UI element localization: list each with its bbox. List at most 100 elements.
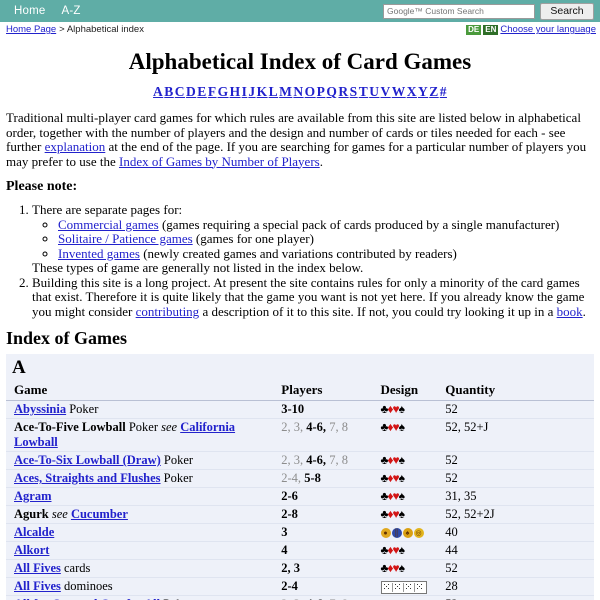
alphabet-link-z[interactable]: Z <box>429 84 439 99</box>
quantity-cell: 31, 35 <box>445 487 594 506</box>
separate-pages-description: (games for one player) <box>192 231 314 246</box>
nav-link-a-z[interactable]: A-Z <box>61 5 80 17</box>
separate-pages-link[interactable]: Invented games <box>58 246 140 261</box>
alphabet-link-y[interactable]: Y <box>418 84 428 99</box>
games-header-row: Game Players Design Quantity <box>6 381 594 401</box>
search-input[interactable] <box>383 3 535 19</box>
game-link[interactable]: Abyssinia <box>14 402 66 416</box>
alphabet-link-d[interactable]: D <box>186 84 196 99</box>
letter-section-a: A Game Players Design Quantity Abyssinia… <box>6 354 594 600</box>
games-table: Game Players Design Quantity Abyssinia P… <box>6 381 594 600</box>
separate-pages-item: Commercial games (games requiring a spec… <box>58 217 594 233</box>
design-standard-cards-icon: ♣♦♥♠ <box>380 469 446 488</box>
see-also-label: see <box>161 420 181 434</box>
game-name-cell: Agram <box>6 487 282 506</box>
separate-pages-link[interactable]: Solitaire / Patience games <box>58 231 193 246</box>
separate-pages-link[interactable]: Commercial games <box>58 217 159 232</box>
intro-paragraph: Traditional multi-player card games for … <box>6 110 594 169</box>
alphabet-link-m[interactable]: M <box>279 84 292 99</box>
choose-language-link[interactable]: Choose your language <box>500 24 596 35</box>
players-cell: 2, 3 <box>281 559 381 578</box>
alphabet-link-s[interactable]: S <box>350 84 358 99</box>
contributing-link[interactable]: contributing <box>136 304 200 319</box>
index-by-players-link[interactable]: Index of Games by Number of Players <box>119 154 320 169</box>
search-button[interactable]: Search <box>540 2 594 20</box>
game-link[interactable]: Alkort <box>14 543 49 557</box>
quantity-cell: 52 <box>445 595 594 600</box>
language-badge-de[interactable]: DE <box>466 24 482 35</box>
alphabet-link-t[interactable]: T <box>359 84 369 99</box>
game-name-cell: Ace-To-Six Lowball (Draw) Poker <box>6 451 282 470</box>
game-variant-text: dominoes <box>60 579 113 593</box>
players-cell: 4 <box>281 541 381 560</box>
alphabet-link-k[interactable]: K <box>257 84 268 99</box>
alphabet-link-b[interactable]: B <box>164 84 174 99</box>
alphabet-link-j[interactable]: J <box>248 84 255 99</box>
alphabet-link-c[interactable]: C <box>175 84 185 99</box>
book-link[interactable]: book <box>557 304 583 319</box>
alphabet-link-w[interactable]: W <box>392 84 406 99</box>
note-1-trailing: These types of game are generally not li… <box>32 260 364 275</box>
table-row: Alkort 4 ♣♦♥♠ 44 <box>6 541 594 560</box>
alphabet-link-#[interactable]: # <box>440 84 447 99</box>
game-name-cell: All Fives dominoes <box>6 577 282 596</box>
game-link[interactable]: Agram <box>14 489 52 503</box>
players-primary: 2-8 <box>281 507 298 521</box>
game-variant-text: Poker <box>160 471 193 485</box>
design-standard-cards-icon: ♣♦♥♠ <box>380 505 446 524</box>
alphabet-link-o[interactable]: O <box>305 84 316 99</box>
game-name-cell: Ace-To-Five Lowball Poker see California… <box>6 418 282 452</box>
table-row: All Fives dominoes 2-4 28 <box>6 577 594 596</box>
game-link[interactable]: All Fives <box>14 579 61 593</box>
alphabet-link-p[interactable]: P <box>317 84 326 99</box>
alphabet-link-i[interactable]: I <box>242 84 248 99</box>
column-header-design: Design <box>380 381 446 401</box>
design-standard-cards-icon: ♣♦♥♠ <box>380 400 446 419</box>
quantity-cell: 52 <box>445 451 594 470</box>
separate-pages-item: Invented games (newly created games and … <box>58 246 594 262</box>
game-link[interactable]: All Fives <box>14 561 61 575</box>
design-standard-cards-icon: ♣♦♥♠ <box>380 418 446 452</box>
players-primary: 3-10 <box>281 402 305 416</box>
players-secondary: 2, 3, <box>281 420 307 434</box>
alphabet-link-x[interactable]: X <box>407 84 417 99</box>
alphabet-link-q[interactable]: Q <box>326 84 337 99</box>
page-content: Alphabetical Index of Card Games ABCDEFG… <box>0 49 600 600</box>
alphabet-link-l[interactable]: L <box>269 84 279 99</box>
alphabet-link-r[interactable]: R <box>338 84 348 99</box>
alphabet-link-n[interactable]: N <box>293 84 303 99</box>
alphabet-link-e[interactable]: E <box>197 84 207 99</box>
table-row: All for One and One for All Poker2, 3, 4… <box>6 595 594 600</box>
alphabet-link-g[interactable]: G <box>218 84 229 99</box>
breadcrumb-home-page[interactable]: Home Page <box>6 24 56 35</box>
players-primary: 2-6 <box>281 489 298 503</box>
players-primary: 2-4 <box>281 579 298 593</box>
alphabet-link-u[interactable]: U <box>369 84 379 99</box>
intro-text-3: . <box>319 153 323 169</box>
games-table-header: Game Players Design Quantity <box>6 381 594 401</box>
design-dominoes-icon <box>380 577 446 596</box>
game-link[interactable]: Ace-To-Six Lowball (Draw) <box>14 453 161 467</box>
nav-link-home[interactable]: Home <box>14 5 45 17</box>
table-row: Alcalde 3 ● ║ ♠ ◎ 40 <box>6 523 594 542</box>
game-name-cell: Aces, Straights and Flushes Poker <box>6 469 282 488</box>
game-link[interactable]: Alcalde <box>14 525 54 539</box>
players-cell: 2, 3, 4-6, 7, 8 <box>281 595 381 600</box>
alphabet-link-h[interactable]: H <box>230 84 241 99</box>
players-primary: 3 <box>281 525 288 539</box>
alphabet-link-v[interactable]: V <box>380 84 390 99</box>
explanation-link[interactable]: explanation <box>45 139 106 154</box>
players-cell: 3 <box>281 523 381 542</box>
game-variant-text: Poker <box>66 402 99 416</box>
alphabet-jump-links: ABCDEFGHIJKLMNOPQRSTUVWXYZ# <box>6 84 594 100</box>
note-2-text-3: . <box>582 303 586 319</box>
players-cell: 2-4, 5-8 <box>281 469 381 488</box>
see-also-link[interactable]: Cucumber <box>71 507 128 521</box>
note-1-intro: There are separate pages for: <box>32 202 183 217</box>
alphabet-link-f[interactable]: F <box>208 84 217 99</box>
language-badge-en[interactable]: EN <box>483 24 499 35</box>
game-link[interactable]: Aces, Straights and Flushes <box>14 471 161 485</box>
note-item-1: There are separate pages for: Commercial… <box>32 202 594 276</box>
players-primary: 4-6, <box>306 453 327 467</box>
alphabet-link-a[interactable]: A <box>153 84 163 99</box>
